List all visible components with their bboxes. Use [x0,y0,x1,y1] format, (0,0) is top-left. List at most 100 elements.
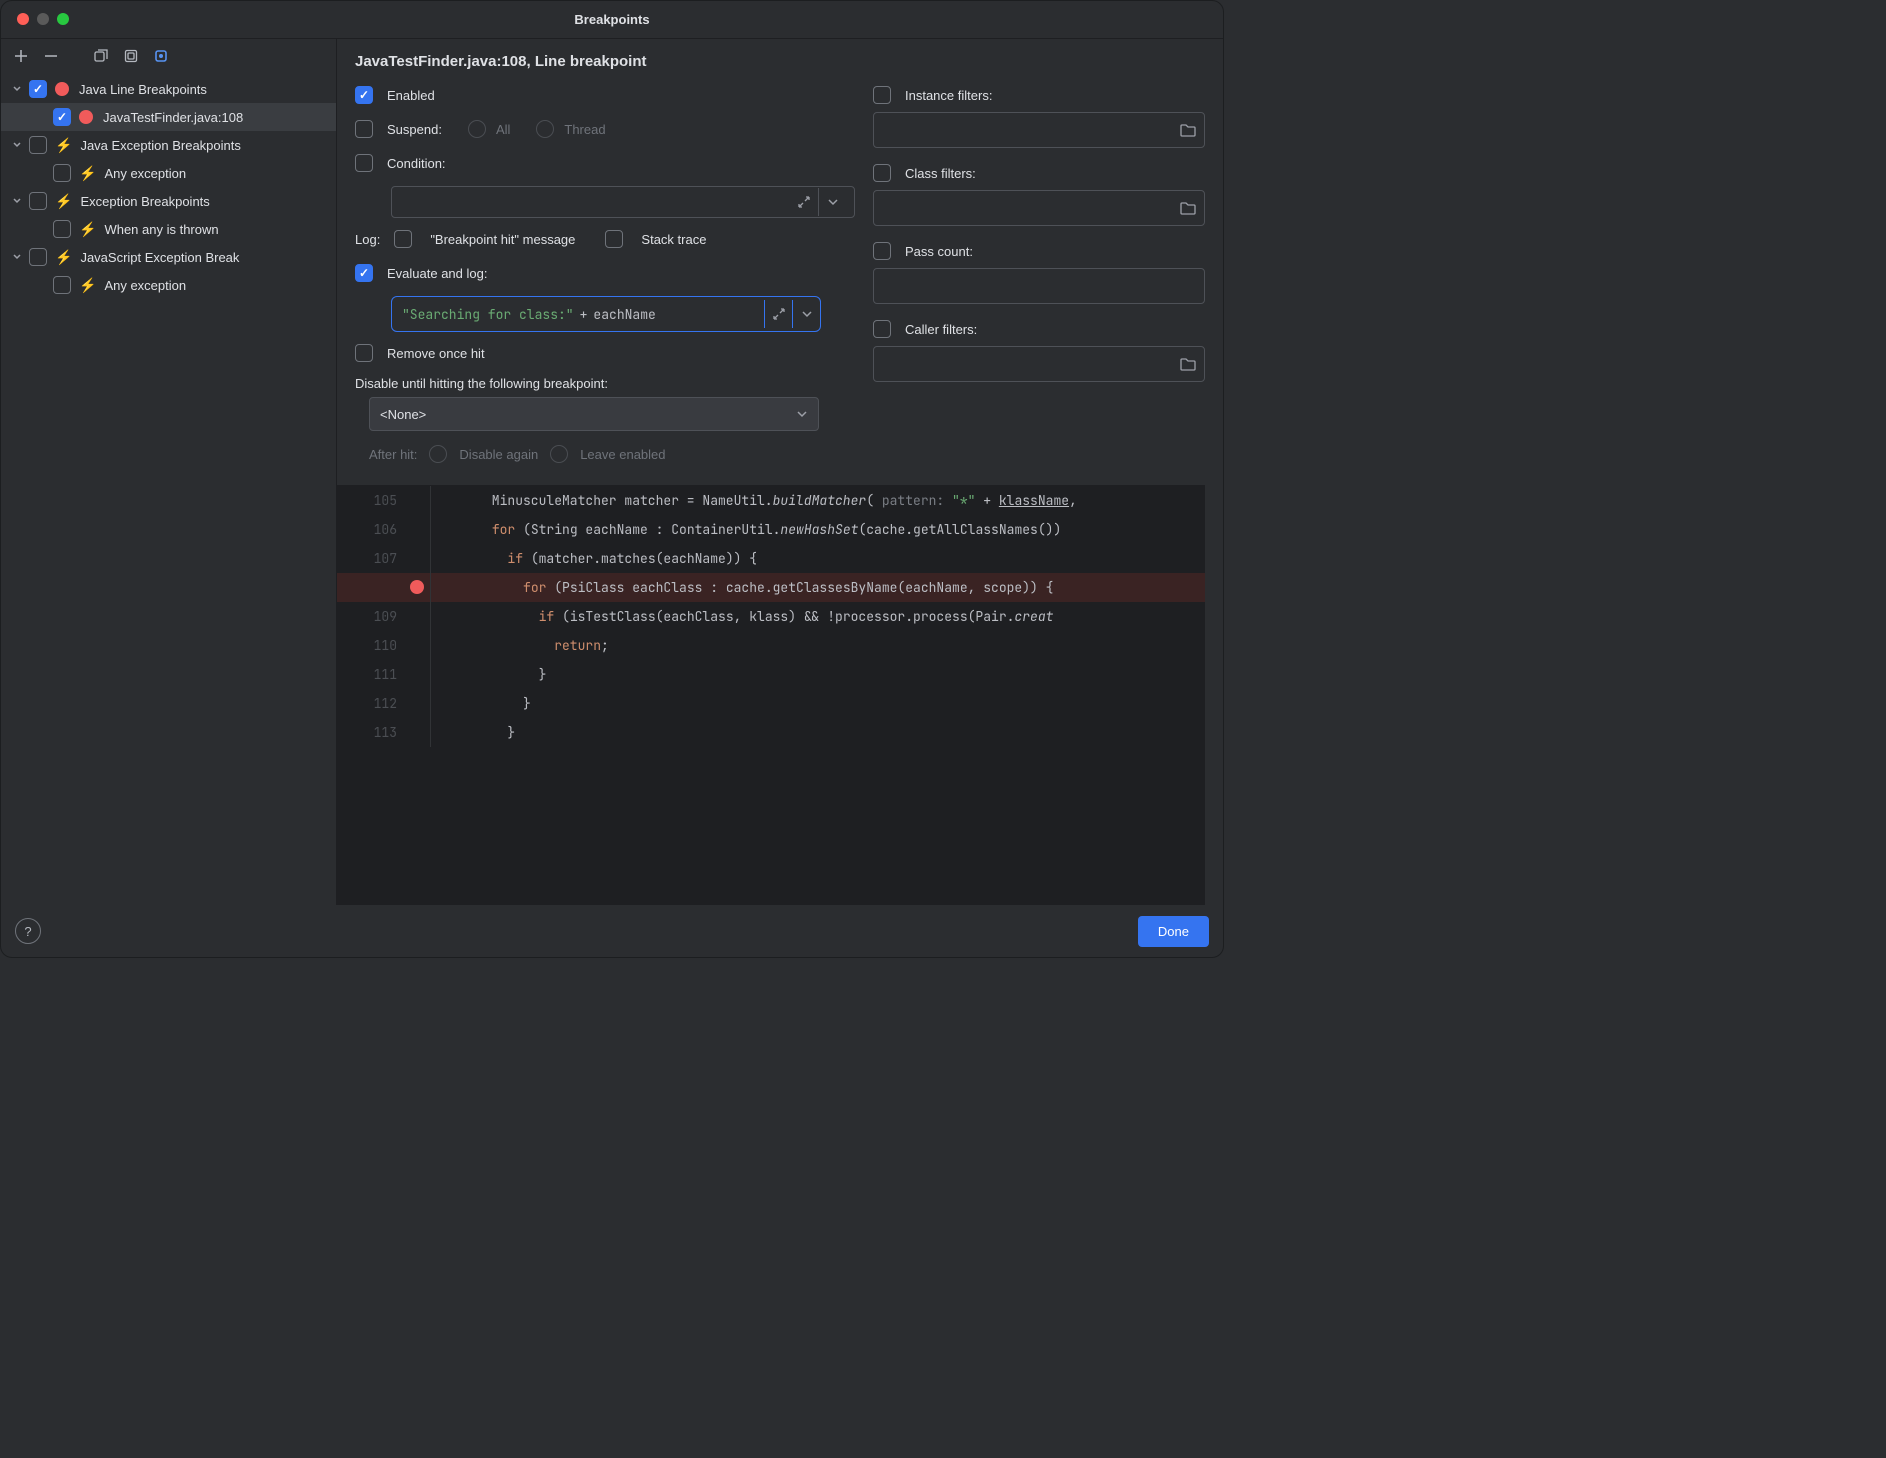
line-number: 110 [337,632,407,660]
tree-checkbox[interactable] [53,276,71,294]
breakpoint-dot-icon[interactable] [410,580,424,594]
exception-bolt-icon: ⚡ [79,277,96,294]
after-hit-leave-radio[interactable] [550,445,568,463]
disable-until-label: Disable until hitting the following brea… [355,376,855,391]
gutter[interactable] [407,631,431,660]
tree-group[interactable]: ⚡ JavaScript Exception Break [1,243,336,271]
group-by-file-icon[interactable] [93,48,109,64]
tree-checkbox[interactable] [29,192,47,210]
line-number: 106 [337,516,407,544]
code-text: return; [445,632,609,660]
enabled-checkbox[interactable] [355,86,373,104]
tree-checkbox[interactable] [53,108,71,126]
log-bphit-checkbox[interactable] [394,230,412,248]
breakpoint-details: JavaTestFinder.java:108, Line breakpoint… [337,39,1223,905]
add-icon[interactable] [13,48,29,64]
caller-filters-input[interactable] [873,346,1205,382]
gutter[interactable] [407,573,431,602]
tree-item[interactable]: ⚡ When any is thrown [1,215,336,243]
gutter[interactable] [407,486,431,515]
disable-until-value: <None> [380,407,426,422]
breakpoint-dot-icon [55,82,69,96]
remove-once-hit-label: Remove once hit [387,346,485,361]
help-button[interactable]: ? [15,918,41,944]
tree-group[interactable]: ⚡ Exception Breakpoints [1,187,336,215]
footer: ? Done [1,905,1223,957]
done-button[interactable]: Done [1138,916,1209,947]
eval-label: Evaluate and log: [387,266,487,281]
log-stack-checkbox[interactable] [605,230,623,248]
caller-filters-checkbox[interactable] [873,320,891,338]
disable-until-select[interactable]: <None> [369,397,819,431]
tree-group-label: JavaScript Exception Break [80,250,239,265]
exception-bolt-icon: ⚡ [55,249,72,266]
chevron-down-icon[interactable] [9,81,25,97]
expand-icon[interactable] [790,188,818,216]
folder-icon[interactable] [1180,201,1196,215]
gutter[interactable] [407,660,431,689]
breakpoint-dot-icon [79,110,93,124]
view-options-icon[interactable] [153,48,169,64]
remove-once-hit-checkbox[interactable] [355,344,373,362]
code-text: } [445,690,531,718]
tree-item[interactable]: ⚡ Any exception [1,271,336,299]
gutter[interactable] [407,602,431,631]
suspend-checkbox[interactable] [355,120,373,138]
code-line: 111 } [337,660,1205,689]
code-text: } [445,719,515,747]
tree-checkbox[interactable] [29,136,47,154]
expand-icon[interactable] [764,300,792,328]
gutter[interactable] [407,689,431,718]
folder-icon[interactable] [1180,357,1196,371]
class-filters-input[interactable] [873,190,1205,226]
eval-expression-input[interactable]: "Searching for class:" + eachName [391,296,821,332]
folder-icon[interactable] [1180,123,1196,137]
chevron-down-icon[interactable] [792,300,820,328]
code-line: for (PsiClass eachClass : cache.getClass… [337,573,1205,602]
tree-group-label: Java Line Breakpoints [79,82,207,97]
gutter[interactable] [407,515,431,544]
chevron-down-icon[interactable] [818,188,846,216]
tree-item[interactable]: ⚡ Any exception [1,159,336,187]
breakpoint-tree: Java Line Breakpoints JavaTestFinder.jav… [1,73,336,299]
suspend-all-radio[interactable] [468,120,486,138]
code-text: for (String eachName : ContainerUtil.new… [445,516,1061,544]
condition-label: Condition: [387,156,446,171]
zoom-window-button[interactable] [57,13,69,25]
instance-filters-input[interactable] [873,112,1205,148]
chevron-down-icon[interactable] [9,193,25,209]
code-line: 110 return; [337,631,1205,660]
log-stack-label: Stack trace [641,232,706,247]
chevron-down-icon[interactable] [9,137,25,153]
enabled-label: Enabled [387,88,435,103]
tree-checkbox[interactable] [53,164,71,182]
tree-checkbox[interactable] [29,248,47,266]
class-filters-checkbox[interactable] [873,164,891,182]
tree-item[interactable]: JavaTestFinder.java:108 [1,103,336,131]
condition-input[interactable] [391,186,855,218]
gutter[interactable] [407,544,431,573]
window-title: Breakpoints [574,12,649,27]
tree-group[interactable]: Java Line Breakpoints [1,75,336,103]
tree-checkbox[interactable] [29,80,47,98]
code-text: } [445,661,546,689]
remove-icon[interactable] [43,48,59,64]
group-by-class-icon[interactable] [123,48,139,64]
eval-checkbox[interactable] [355,264,373,282]
gutter[interactable] [407,718,431,747]
details-heading: JavaTestFinder.java:108, Line breakpoint [355,53,1205,70]
suspend-thread-radio[interactable] [536,120,554,138]
after-hit-disable-radio[interactable] [429,445,447,463]
chevron-down-icon[interactable] [9,249,25,265]
condition-checkbox[interactable] [355,154,373,172]
tree-group[interactable]: ⚡ Java Exception Breakpoints [1,131,336,159]
pass-count-checkbox[interactable] [873,242,891,260]
exception-bolt-icon: ⚡ [55,137,72,154]
instance-filters-checkbox[interactable] [873,86,891,104]
window-controls [17,13,69,25]
pass-count-input[interactable] [873,268,1205,304]
close-window-button[interactable] [17,13,29,25]
tree-checkbox[interactable] [53,220,71,238]
line-number: 105 [337,487,407,515]
minimize-window-button[interactable] [37,13,49,25]
